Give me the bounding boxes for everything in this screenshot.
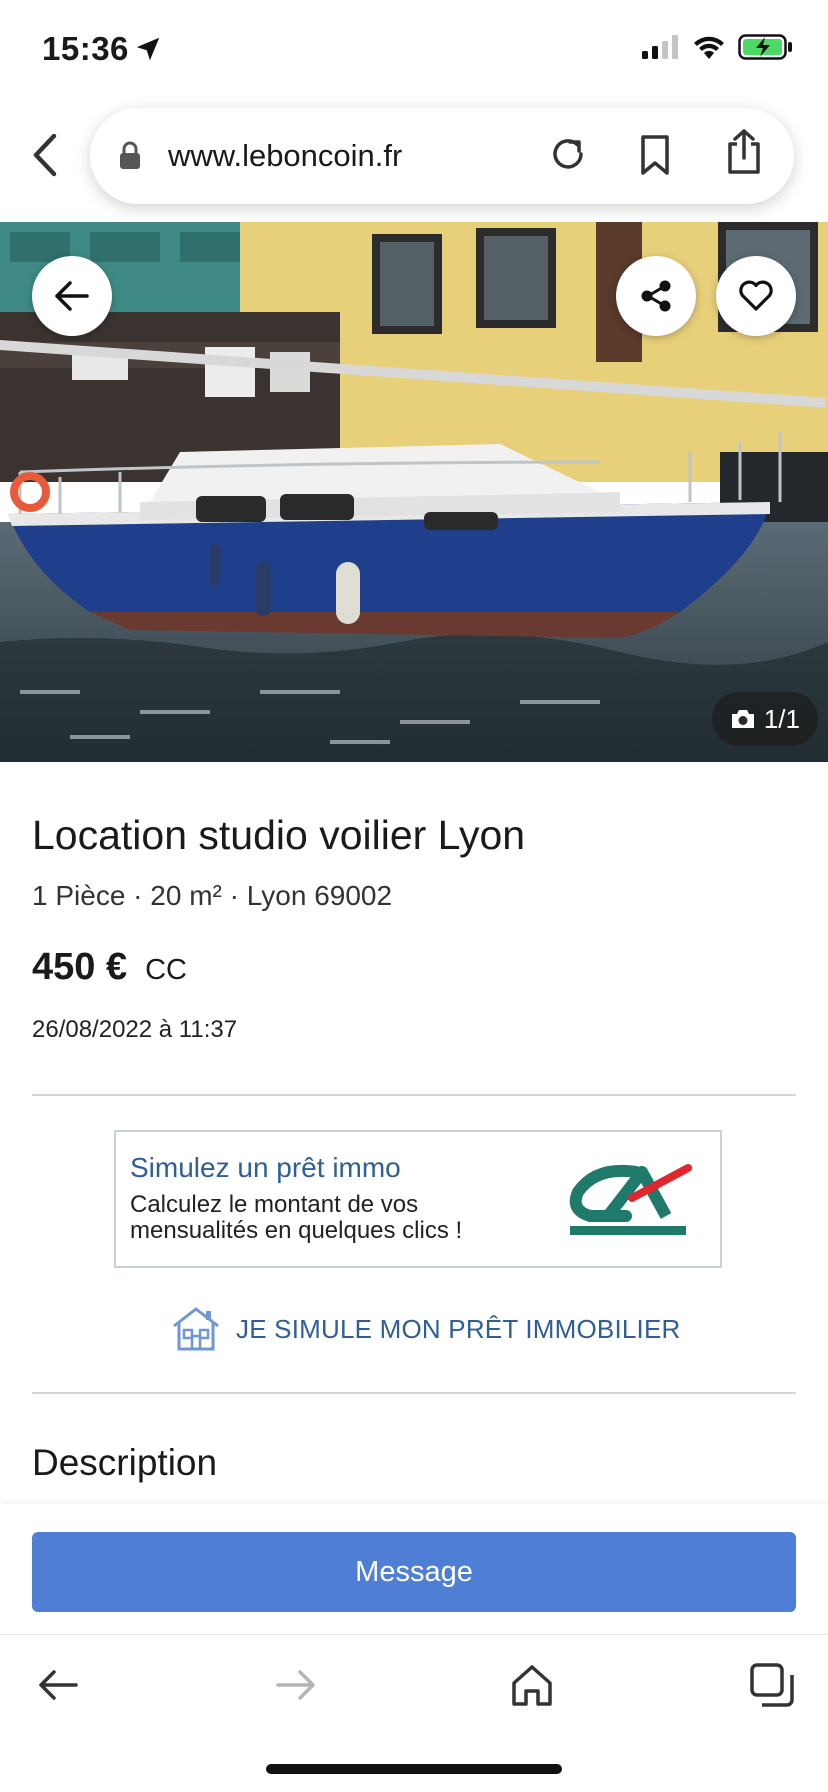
lock-icon <box>120 141 140 169</box>
favorite-button[interactable] <box>716 256 796 336</box>
ad-title: Simulez un prêt immo <box>130 1152 401 1183</box>
listing-photo[interactable]: 1/1 <box>0 222 828 762</box>
share-icon[interactable] <box>724 128 764 176</box>
address-bar[interactable]: www.leboncoin.fr <box>90 108 794 204</box>
signal-icon <box>642 35 678 59</box>
browser-forward-icon[interactable] <box>272 1661 320 1709</box>
reload-icon[interactable] <box>548 134 588 174</box>
loan-simulation-link[interactable]: JE SIMULE MON PRÊT IMMOBILIER <box>170 1306 681 1352</box>
home-indicator <box>266 1764 562 1774</box>
location-arrow-icon <box>136 37 160 61</box>
photo-share-button[interactable] <box>616 256 696 336</box>
sticky-action-bar: Message <box>0 1504 828 1632</box>
divider <box>32 1392 796 1394</box>
home-icon[interactable] <box>508 1661 556 1709</box>
status-icons <box>642 34 794 60</box>
boat-photo <box>0 222 828 762</box>
loan-simulation-link-text: JE SIMULE MON PRÊT IMMOBILIER <box>236 1313 681 1344</box>
loan-ad-banner[interactable]: Simulez un prêt immo Calculez le montant… <box>114 1130 722 1268</box>
photo-counter: 1/1 <box>711 692 818 746</box>
url-text: www.leboncoin.fr <box>168 138 403 173</box>
listing-subtitle: 1 Pièce · 20 m² · Lyon 69002 <box>32 880 393 911</box>
arrow-left-icon <box>55 281 89 311</box>
house-icon <box>173 1307 219 1351</box>
camera-icon <box>731 710 754 728</box>
photo-back-button[interactable] <box>32 256 112 336</box>
bookmark-icon[interactable] <box>638 134 672 176</box>
photo-counter-text: 1/1 <box>763 703 800 734</box>
credit-agricole-logo <box>569 1164 692 1235</box>
price-suffix: CC <box>145 954 187 986</box>
browser-back-icon[interactable] <box>34 1661 82 1709</box>
divider <box>32 1094 796 1096</box>
description-heading: Description <box>32 1442 218 1483</box>
listing-title: Location studio voilier Lyon <box>32 812 526 858</box>
ad-text: Calculez le montant de vos mensualités e… <box>130 1191 463 1244</box>
battery-charging-icon <box>738 34 792 60</box>
status-time: 15:36 <box>42 30 129 67</box>
status-bar: 15:36 <box>0 0 828 100</box>
tabs-icon[interactable] <box>748 1661 796 1709</box>
share-nodes-icon <box>641 280 671 312</box>
price-row: 450 € CC <box>32 946 187 989</box>
message-button[interactable]: Message <box>32 1532 796 1612</box>
listing-date: 26/08/2022 à 11:37 <box>32 1016 238 1043</box>
browser-back-chevron-icon[interactable] <box>28 130 62 180</box>
wifi-icon <box>694 36 724 59</box>
browser-bar: www.leboncoin.fr <box>0 100 828 222</box>
heart-icon <box>739 280 773 311</box>
listing-price: 450 € <box>32 946 128 988</box>
